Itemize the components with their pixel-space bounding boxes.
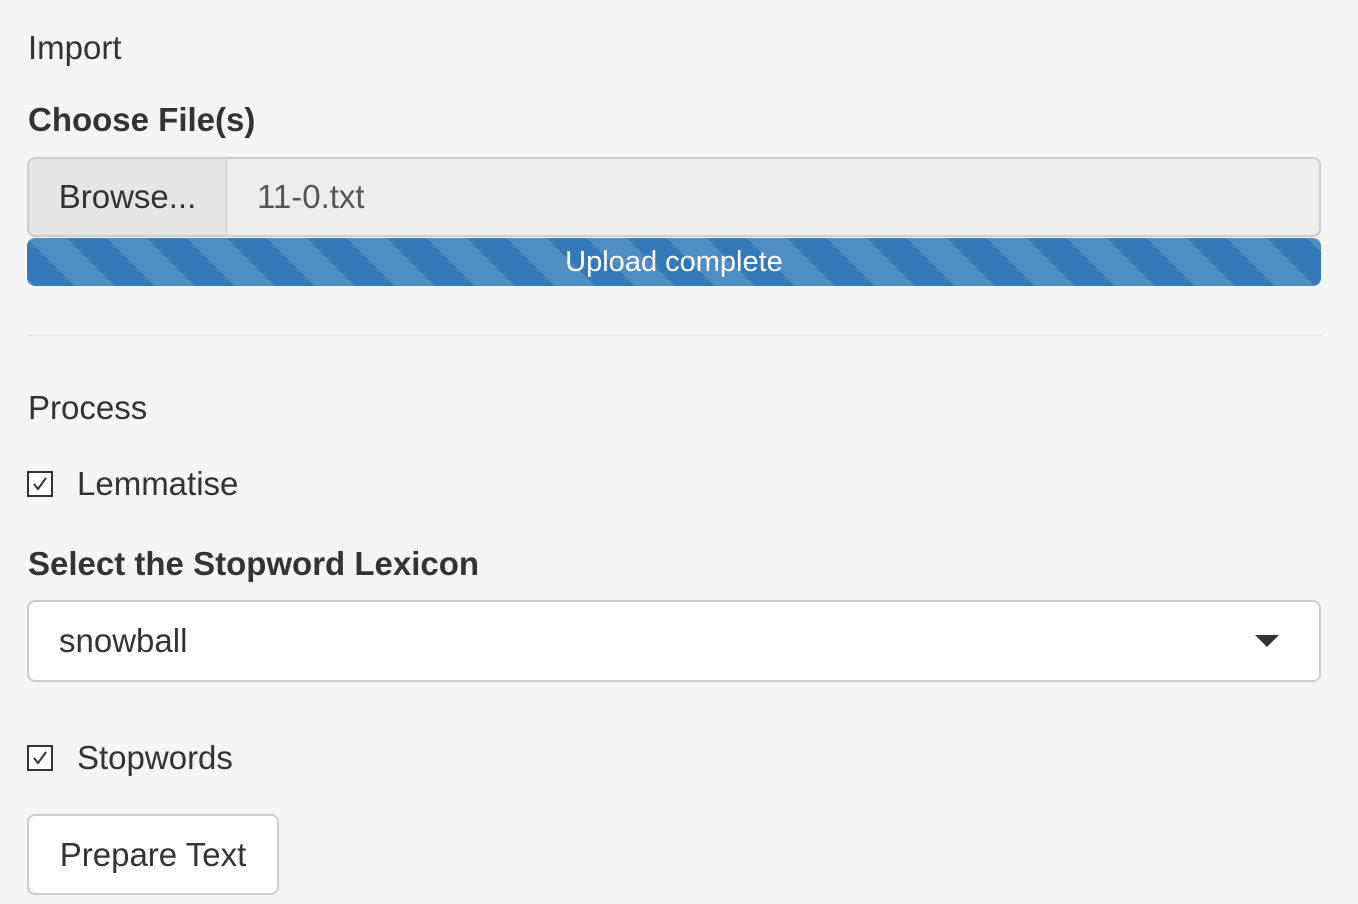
file-input-group: Browse... 11-0.txt bbox=[27, 157, 1321, 237]
import-section-title: Import bbox=[28, 29, 122, 66]
check-icon bbox=[33, 751, 47, 765]
stopwords-label: Stopwords bbox=[77, 739, 233, 776]
stopwords-checkbox-row[interactable]: Stopwords bbox=[27, 739, 233, 777]
stopword-lexicon-selected-value: snowball bbox=[59, 622, 188, 659]
choose-files-label: Choose File(s) bbox=[28, 101, 256, 138]
check-icon bbox=[33, 477, 47, 491]
lemmatise-checkbox[interactable] bbox=[27, 471, 53, 497]
process-section-title: Process bbox=[28, 389, 148, 426]
upload-progress: Upload complete bbox=[27, 238, 1321, 286]
lemmatise-label: Lemmatise bbox=[77, 465, 239, 502]
sidebar-panel: Import Choose File(s) Browse... 11-0.txt… bbox=[0, 0, 1358, 904]
chevron-down-icon bbox=[1255, 635, 1279, 647]
stopword-lexicon-select[interactable]: snowball bbox=[27, 600, 1321, 682]
stopword-lexicon-label: Select the Stopword Lexicon bbox=[28, 545, 480, 582]
file-name-field[interactable]: 11-0.txt bbox=[227, 157, 1321, 237]
lemmatise-checkbox-row[interactable]: Lemmatise bbox=[27, 465, 238, 503]
stopwords-checkbox[interactable] bbox=[27, 745, 53, 771]
section-divider bbox=[27, 334, 1321, 336]
browse-button[interactable]: Browse... bbox=[27, 157, 227, 237]
upload-progress-bar: Upload complete bbox=[27, 238, 1321, 286]
prepare-text-button[interactable]: Prepare Text bbox=[27, 814, 279, 895]
